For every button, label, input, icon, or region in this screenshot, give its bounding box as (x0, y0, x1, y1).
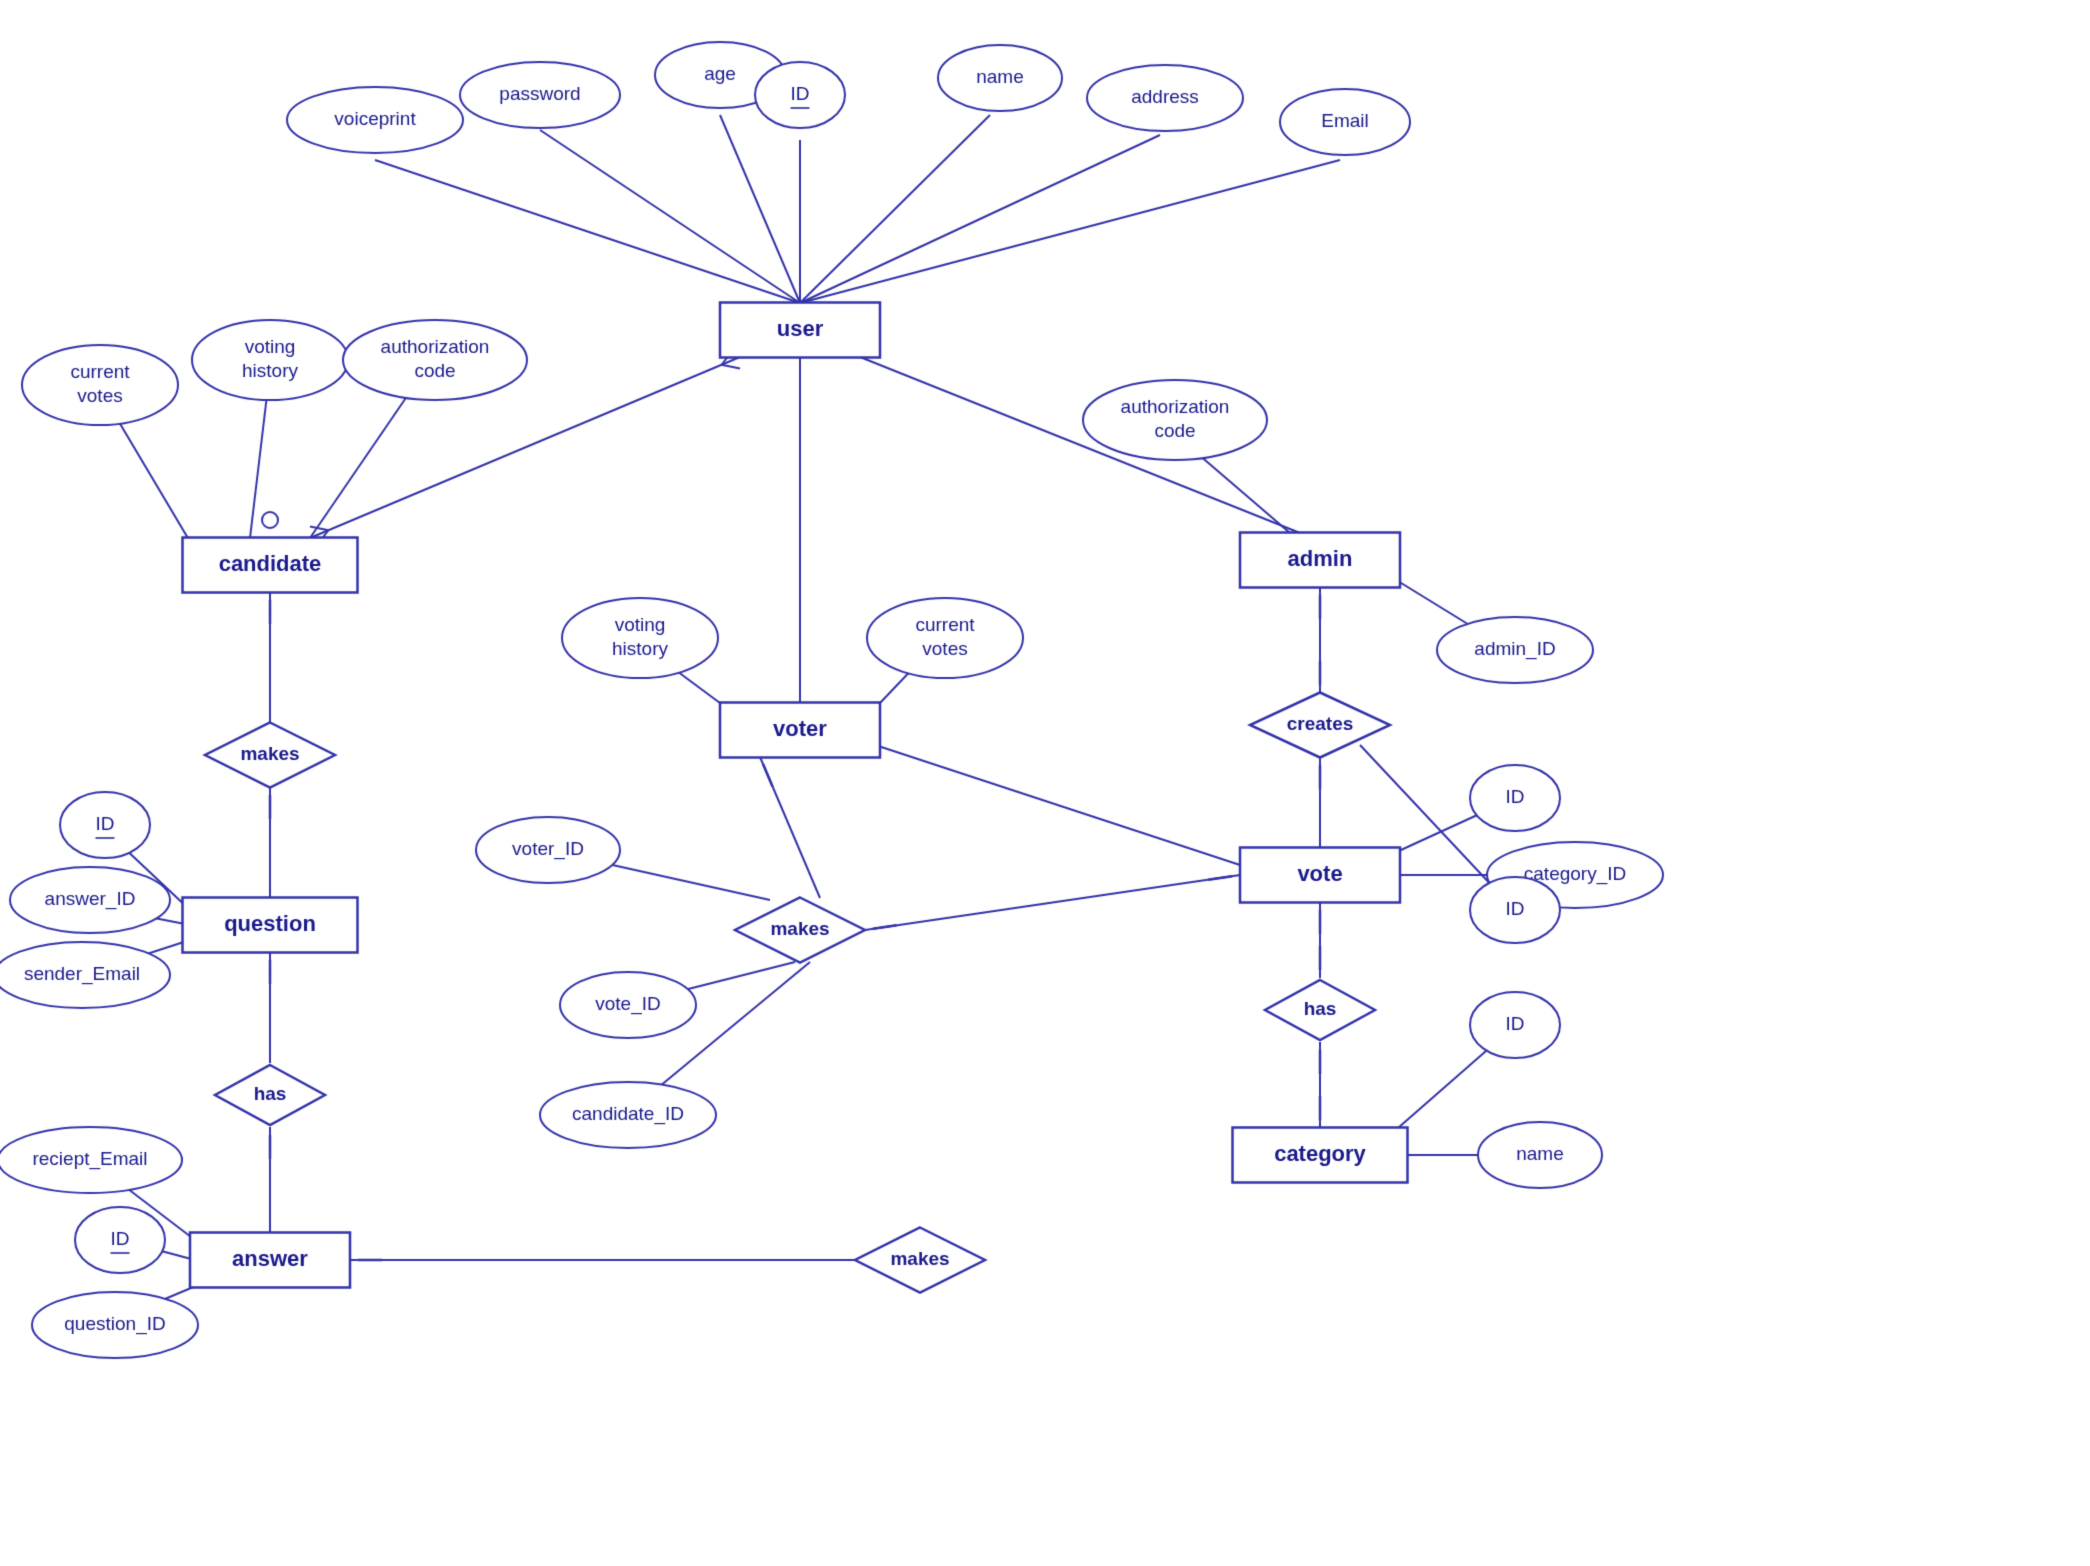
er-diagram (0, 0, 2090, 1566)
